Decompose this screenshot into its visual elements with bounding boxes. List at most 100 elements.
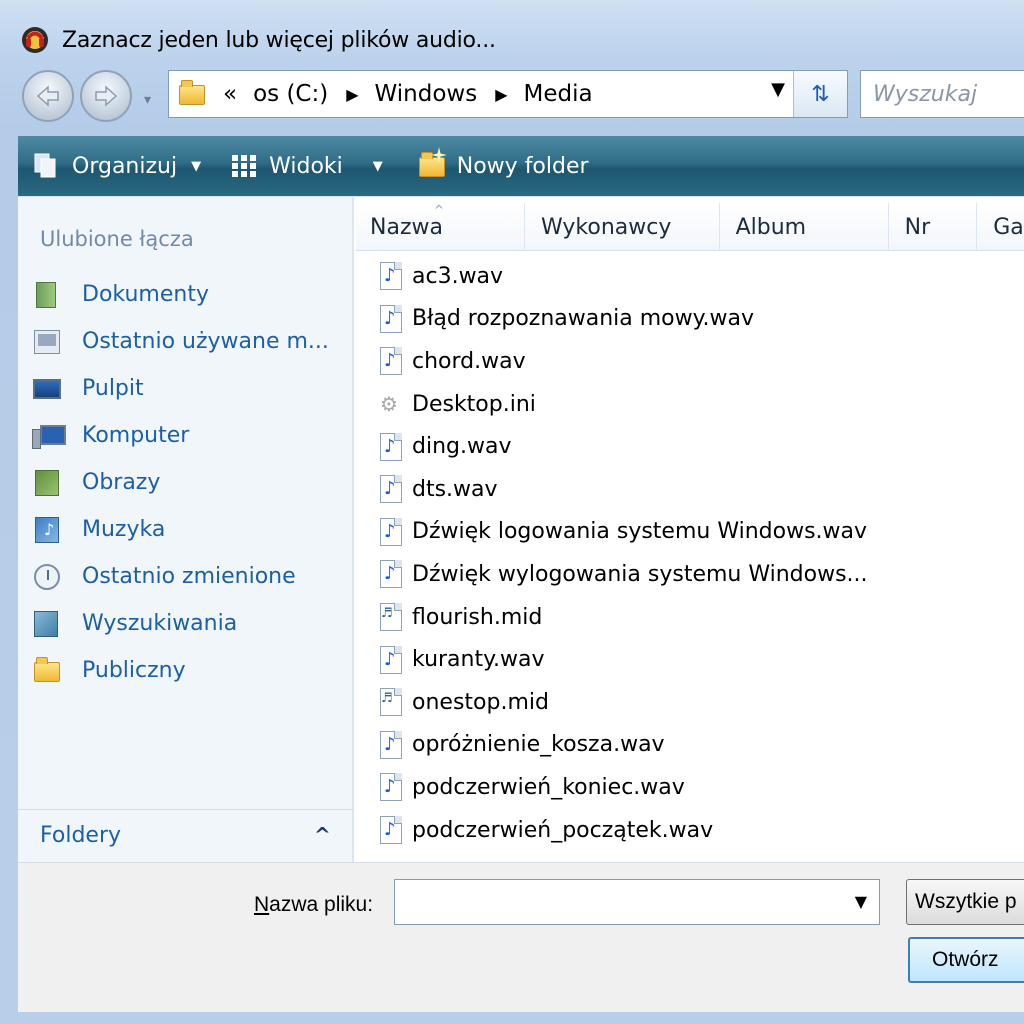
audio-file-icon: ♪ (378, 474, 404, 504)
sidebar-item-desktop[interactable]: Pulpit (18, 365, 354, 412)
navigation-pane: Ulubione łącza Dokumenty Ostatnio używan… (18, 197, 354, 863)
file-row[interactable]: ♪ kuranty.wav (378, 638, 1018, 681)
search-box[interactable] (860, 70, 1024, 118)
forward-button[interactable] (80, 70, 132, 122)
audio-file-icon: ♪ (378, 730, 404, 760)
recently-changed-icon (32, 562, 62, 592)
file-row[interactable]: ♪ Dźwięk wylogowania systemu Windows... (378, 553, 1018, 596)
audio-file-icon: ♪ (378, 432, 404, 462)
organize-menu-button[interactable]: Organizuj ▼ (18, 136, 215, 196)
column-header-name[interactable]: ^ Nazwa (356, 203, 526, 251)
chevron-down-icon: ▼ (191, 158, 202, 174)
sidebar-item-computer[interactable]: Komputer (18, 412, 354, 459)
column-header-genre[interactable]: Ga (977, 203, 1024, 251)
file-name: podczerwień_koniec.wav (412, 774, 685, 800)
settings-file-icon: ⚙ (380, 392, 398, 417)
sidebar-item-public[interactable]: Publiczny (18, 647, 354, 694)
file-row[interactable]: ♪ chord.wav (378, 340, 1018, 383)
file-name: onestop.mid (412, 689, 549, 715)
sidebar-item-pictures[interactable]: Obrazy (18, 459, 354, 506)
filename-combobox[interactable]: ▼ (394, 879, 880, 925)
file-row[interactable]: ♬ onestop.mid (378, 681, 1018, 724)
audio-app-icon (20, 25, 50, 55)
file-name: Dźwięk logowania systemu Windows.wav (412, 519, 868, 545)
file-name: opróżnienie_kosza.wav (412, 732, 665, 758)
sidebar-divider (18, 809, 354, 810)
column-header-nr[interactable]: Nr (889, 203, 978, 251)
views-menu-button[interactable]: Widoki ▼ (215, 136, 397, 196)
file-name: Dźwięk wylogowania systemu Windows... (412, 561, 868, 587)
audio-file-icon: ♪ (378, 304, 404, 334)
file-row[interactable]: ♪ opróżnienie_kosza.wav (378, 724, 1018, 767)
filename-label: Nazwa pliku: (254, 893, 373, 917)
column-header-performers[interactable]: Wykonawcy (525, 203, 720, 251)
file-row[interactable]: ♬ flourish.mid (378, 596, 1018, 639)
command-bar: Organizuj ▼ Widoki ▼ Nowy folder (18, 136, 1024, 196)
search-input[interactable] (861, 71, 1024, 117)
breadcrumb-item-drive[interactable]: os (C:) (253, 81, 328, 107)
new-folder-label: Nowy folder (456, 153, 589, 179)
sidebar-item-label: Komputer (82, 423, 190, 448)
sidebar-item-label: Muzyka (82, 517, 166, 542)
new-folder-button[interactable]: Nowy folder (397, 136, 603, 196)
file-row[interactable]: ♪ podczerwień_początek.wav (378, 809, 1018, 852)
file-name: podczerwień_początek.wav (412, 817, 714, 843)
sidebar-item-recently-changed[interactable]: Ostatnio zmienione (18, 553, 354, 600)
sidebar-item-music[interactable]: Muzyka (18, 506, 354, 553)
file-row[interactable]: ♪ ding.wav (378, 425, 1018, 468)
column-label: Wykonawcy (541, 214, 672, 240)
content-area: Ulubione łącza Dokumenty Ostatnio używan… (18, 196, 1024, 863)
sidebar-item-recent-places[interactable]: Ostatnio używane m... (18, 318, 354, 365)
sidebar-item-label: Obrazy (82, 470, 161, 495)
file-row[interactable]: ⚙ Desktop.ini (378, 383, 1018, 426)
views-label: Widoki (269, 153, 343, 179)
column-header-row: ^ Nazwa Wykonawcy Album Nr Ga (356, 203, 1024, 251)
file-type-filter[interactable]: Wszytkie p (906, 879, 1024, 925)
file-row[interactable]: ♪ ac3.wav (378, 255, 1018, 298)
desktop-icon (32, 374, 62, 404)
address-dropdown-icon[interactable]: ▼ (771, 79, 785, 100)
file-name: dts.wav (412, 476, 498, 502)
open-button[interactable]: Otwórz (908, 937, 1024, 983)
file-list: ♪ ac3.wav ♪ Błąd rozpoznawania mowy.wav … (378, 255, 1018, 851)
column-label: Nazwa (370, 214, 443, 240)
breadcrumb-item-windows[interactable]: Windows (375, 81, 478, 107)
breadcrumb-item-media[interactable]: Media (524, 81, 593, 107)
filename-input[interactable] (395, 880, 835, 924)
back-button[interactable] (22, 70, 74, 122)
filename-label-text: azwa pliku: (269, 893, 374, 916)
arrow-right-icon (95, 85, 118, 107)
title-bar: Zaznacz jeden lub więcej plików audio... (0, 18, 1024, 62)
breadcrumb-separator-icon[interactable]: ▶ (346, 85, 358, 104)
documents-icon (32, 280, 62, 310)
file-name: chord.wav (412, 348, 526, 374)
file-row[interactable]: ♪ podczerwień_koniec.wav (378, 766, 1018, 809)
refresh-button[interactable]: ⇅ (793, 71, 847, 117)
organize-label: Organizuj (72, 153, 178, 179)
column-label: Nr (904, 214, 931, 240)
sidebar-item-label: Dokumenty (82, 282, 209, 307)
chevron-up-icon[interactable]: ^ (314, 823, 331, 847)
column-label: Album (735, 214, 807, 240)
sidebar-item-label: Ostatnio zmienione (82, 564, 296, 589)
chevron-down-icon: ▼ (372, 158, 383, 174)
folders-toggle[interactable]: Foldery (40, 823, 121, 848)
file-row[interactable]: ♪ Dźwięk logowania systemu Windows.wav (378, 511, 1018, 554)
arrow-left-icon (36, 85, 59, 107)
file-row[interactable]: ♪ Błąd rozpoznawania mowy.wav (378, 298, 1018, 341)
sidebar-item-documents[interactable]: Dokumenty (18, 271, 354, 318)
chevron-down-icon[interactable]: ▼ (855, 892, 867, 911)
breadcrumb-separator-icon[interactable]: ▶ (495, 85, 507, 104)
audio-file-icon: ♪ (378, 346, 404, 376)
file-row[interactable]: ♪ dts.wav (378, 468, 1018, 511)
searches-icon (32, 609, 62, 639)
column-header-album[interactable]: Album (720, 203, 889, 251)
midi-file-icon: ♬ (378, 602, 404, 632)
sidebar-item-searches[interactable]: Wyszukiwania (18, 600, 354, 647)
audio-file-icon: ♪ (378, 261, 404, 291)
breadcrumb-overflow[interactable]: « (223, 81, 237, 107)
sidebar-item-label: Ostatnio używane m... (82, 329, 329, 354)
recent-pages-dropdown[interactable]: ▾ (144, 92, 151, 108)
address-bar[interactable]: « os (C:) ▶ Windows ▶ Media ▼ ⇅ (168, 70, 848, 118)
file-name: ding.wav (412, 434, 512, 460)
